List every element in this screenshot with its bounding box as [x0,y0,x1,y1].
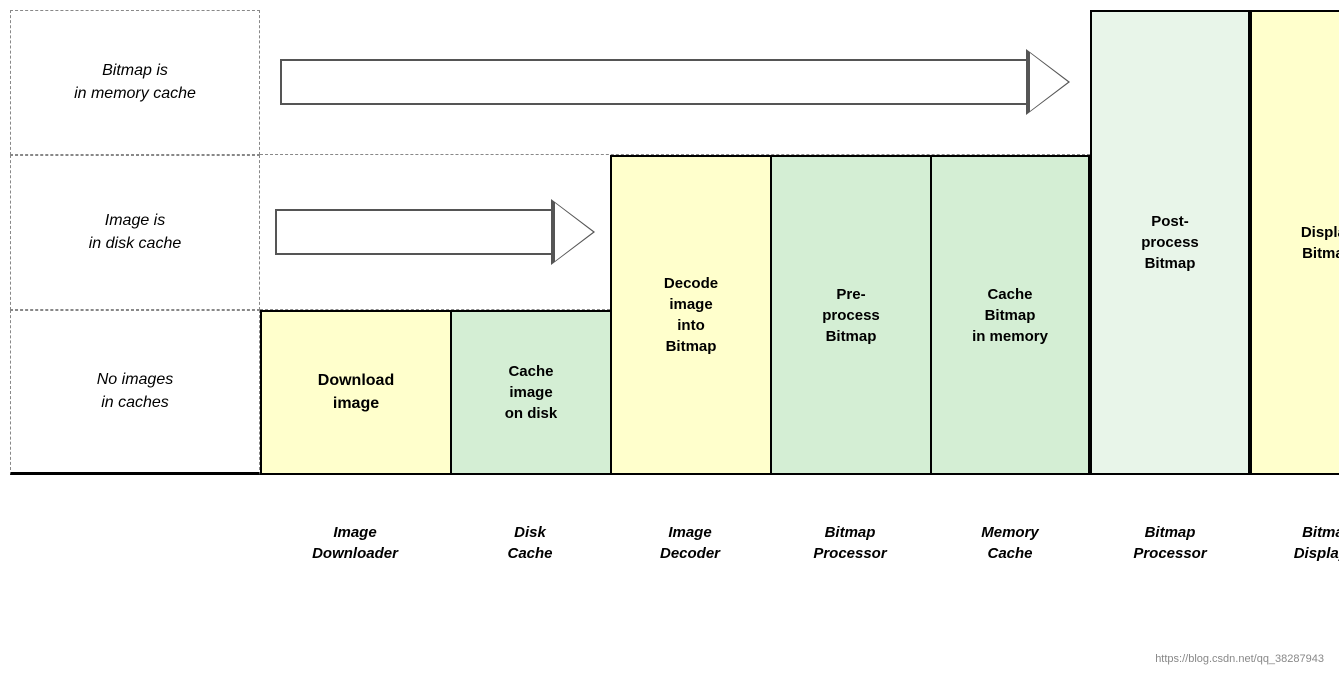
footer-empty [10,510,260,620]
footer-memory-cache-text: Memory Cache [981,522,1039,564]
separator [10,475,1339,510]
display-bitmap-text: Display Bitmap [1301,222,1339,264]
cache-bitmap-box: Cache Bitmap in memory [930,155,1090,475]
post-process-bitmap-box: Post- process Bitmap [1090,10,1250,475]
footer-image-downloader-text: Image Downloader [312,522,398,564]
row2-label-text: Image is in disk cache [89,210,182,255]
footer-bitmap-processor-2-text: Bitmap Processor [1133,522,1206,564]
footer-image-downloader: Image Downloader [260,510,450,620]
cache-disk-text: Cache image on disk [505,361,558,424]
main-grid: Bitmap is in memory cache Post- process … [10,10,1330,620]
row1-label-text: Bitmap is in memory cache [74,60,196,105]
large-arrow [280,52,1070,112]
preprocess-bitmap-box: Pre- process Bitmap [770,155,930,475]
footer-bitmap-processor-1: Bitmap Processor [770,510,930,620]
footer-bitmap-displayer: Bitmap Displayer [1250,510,1339,620]
download-image-text: Download image [318,370,394,415]
footer-bitmap-displayer-text: Bitmap Displayer [1294,522,1339,564]
footer-image-decoder-text: Image Decoder [660,522,720,564]
footer-disk-cache-text: Disk Cache [507,522,552,564]
footer-bitmap-processor-1-text: Bitmap Processor [813,522,886,564]
row1-arrow-area [260,10,1090,155]
row2-label: Image is in disk cache [10,155,260,310]
footer-disk-cache: Disk Cache [450,510,610,620]
row3-label-text: No images in caches [97,369,173,414]
display-bitmap-box: Display Bitmap [1250,10,1339,475]
diagram-container: Bitmap is in memory cache Post- process … [0,0,1339,673]
footer-bitmap-processor-2: Bitmap Processor [1090,510,1250,620]
download-image-box: Download image [260,310,450,475]
row2-arrow-area [260,155,610,310]
row1-label: Bitmap is in memory cache [10,10,260,155]
cache-disk-box: Cache image on disk [450,310,610,475]
preprocess-bitmap-text: Pre- process Bitmap [822,284,880,347]
footer-image-decoder: Image Decoder [610,510,770,620]
medium-arrow [275,202,595,262]
watermark-text: https://blog.csdn.net/qq_38287943 [1155,653,1324,665]
decode-image-text: Decode image into Bitmap [664,273,718,357]
post-process-bitmap-text: Post- process Bitmap [1141,211,1199,274]
watermark: https://blog.csdn.net/qq_38287943 [1155,653,1324,665]
footer-memory-cache: Memory Cache [930,510,1090,620]
row3-label: No images in caches [10,310,260,475]
decode-image-box: Decode image into Bitmap [610,155,770,475]
cache-bitmap-text: Cache Bitmap in memory [972,284,1048,347]
